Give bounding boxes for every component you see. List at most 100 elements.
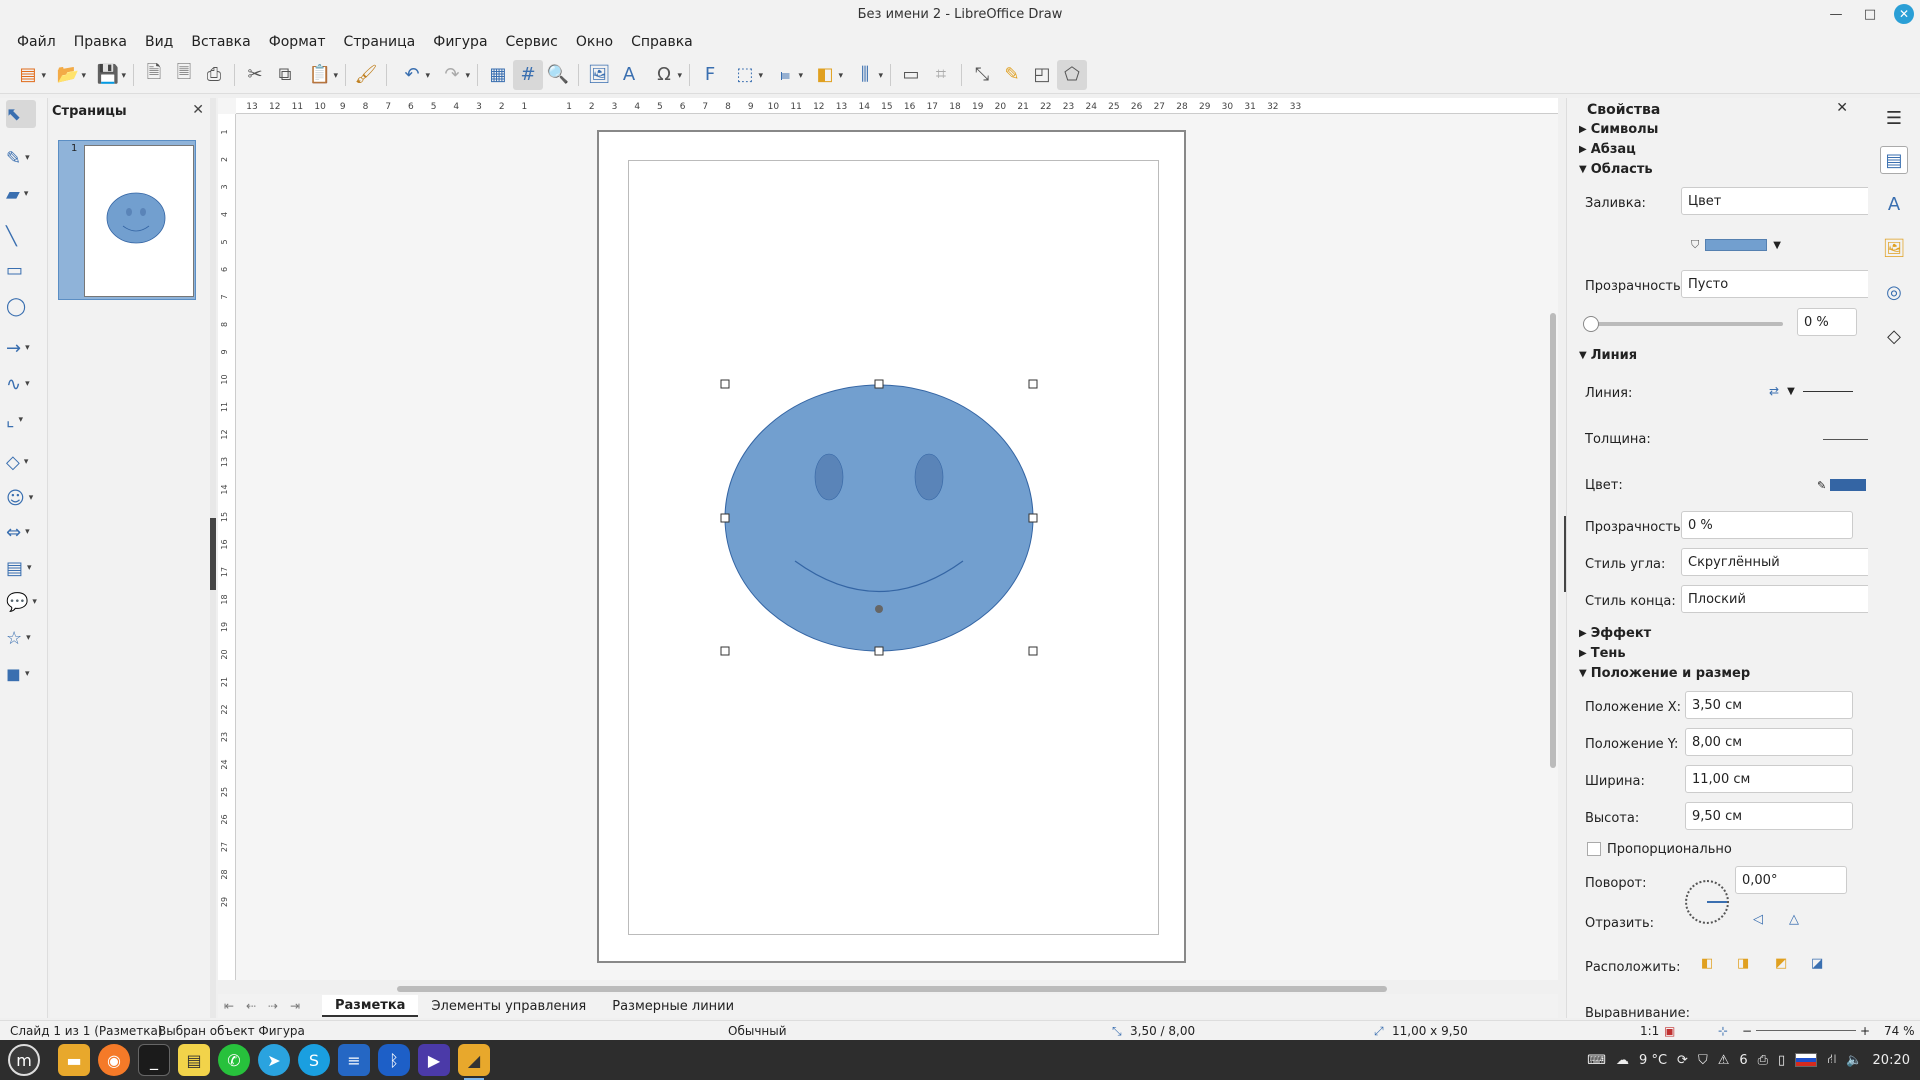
menu-page[interactable]: Страница — [335, 34, 425, 50]
pos-y-field[interactable]: 8,00 см — [1685, 728, 1853, 756]
open-folder-icon[interactable]: 📂 — [48, 60, 88, 90]
points-icon[interactable]: ⤡ — [967, 60, 997, 90]
keyboard-layout-flag-icon[interactable] — [1795, 1053, 1818, 1067]
section-symbols[interactable]: ▶ Символы — [1579, 122, 1658, 137]
zoom-in-icon[interactable]: + — [1860, 1024, 1870, 1038]
menu-view[interactable]: Вид — [136, 34, 182, 50]
select-tool-icon[interactable]: ⬉ — [6, 100, 36, 128]
stars-icon[interactable]: ☆ ▾ — [6, 624, 44, 652]
copy-icon[interactable]: ⧉ — [270, 60, 300, 90]
network-icon[interactable]: ⛙ — [1827, 1052, 1836, 1069]
line-color-icon[interactable]: ✎ ▾ — [6, 144, 44, 172]
close-sidebar-icon[interactable]: ✕ — [1836, 100, 1848, 116]
volume-icon[interactable]: 🔈 — [1846, 1053, 1862, 1068]
callouts-icon[interactable]: 💬 ▾ — [6, 588, 44, 616]
menu-shape[interactable]: Фигура — [424, 34, 496, 50]
maximize-button[interactable]: □ — [1860, 4, 1880, 24]
connector-tool-icon[interactable]: ⌞ ▾ — [6, 406, 44, 434]
printer-icon[interactable]: ⎙ — [1758, 1053, 1768, 1068]
new-document-icon[interactable]: ▤ — [8, 60, 48, 90]
storage-icon[interactable]: ▯ — [1778, 1053, 1785, 1068]
symbol-shapes-icon[interactable]: ☺ ▾ — [6, 484, 44, 512]
section-effect[interactable]: ▶ Эффект — [1579, 626, 1651, 641]
horizontal-scrollbar[interactable] — [397, 986, 1387, 992]
prev-tab-icon[interactable]: ⇠ — [240, 999, 262, 1013]
bluetooth-icon[interactable]: ᛒ — [378, 1044, 410, 1076]
flip-vertical-icon[interactable]: ◁ — [1753, 912, 1763, 927]
helplines-icon[interactable]: # — [513, 59, 543, 90]
fill-color-picker[interactable]: ⛉ ▼ — [1691, 236, 1791, 254]
libreoffice-draw-task-icon[interactable]: ◢ — [458, 1044, 490, 1080]
file-manager-icon[interactable]: ▬ — [58, 1044, 90, 1076]
menu-insert[interactable]: Вставка — [182, 34, 259, 50]
3d-objects-icon[interactable]: ◼ ▾ — [6, 660, 44, 688]
flip-horizontal-icon[interactable]: △ — [1789, 912, 1799, 927]
drawing-page[interactable] — [597, 130, 1186, 963]
paste-icon[interactable]: 📋 — [300, 60, 340, 90]
writer-icon[interactable]: ≡ — [338, 1044, 370, 1076]
menu-tools[interactable]: Сервис — [497, 34, 567, 50]
next-tab-icon[interactable]: ⇢ — [262, 999, 284, 1013]
menu-edit[interactable]: Правка — [65, 34, 136, 50]
pane-splitter[interactable] — [210, 98, 216, 1018]
shapes-deck-icon[interactable]: ◇ — [1880, 322, 1908, 350]
transformations-icon[interactable]: ⬚ — [725, 60, 765, 90]
line-transparency-field[interactable]: 0 % — [1681, 511, 1853, 539]
page-thumbnail[interactable]: 1 — [58, 140, 196, 300]
glue-points-icon[interactable]: ✎ — [997, 60, 1027, 90]
special-char-icon[interactable]: Ω — [644, 60, 684, 90]
notifications-icon[interactable]: ⚠ — [1718, 1053, 1730, 1068]
weather-temp[interactable]: 9 °C — [1639, 1053, 1667, 1068]
rotation-field[interactable]: 0,00° — [1735, 866, 1847, 894]
arrange-icon[interactable]: ◧ — [805, 60, 845, 90]
properties-deck-icon[interactable]: ▤ — [1880, 146, 1908, 174]
navigator-deck-icon[interactable]: ◎ — [1880, 278, 1908, 306]
arrow-line-icon[interactable]: → ▾ — [6, 334, 44, 362]
line-tool-icon[interactable]: ╲ — [6, 222, 44, 250]
distribute-icon[interactable]: ⫼ — [845, 60, 885, 90]
menu-format[interactable]: Формат — [260, 34, 335, 50]
shadow-icon[interactable]: ▭ — [896, 60, 926, 90]
zoom-icon[interactable]: 🔍 — [543, 60, 573, 90]
skype-icon[interactable]: S — [298, 1044, 330, 1076]
minimize-button[interactable]: — — [1826, 4, 1846, 24]
print-icon[interactable]: ⎙ — [199, 60, 229, 90]
last-tab-icon[interactable]: ⇥ — [284, 999, 306, 1013]
ellipse-tool-icon[interactable]: ◯ — [6, 292, 44, 320]
fill-type-select[interactable]: Цвет — [1681, 187, 1868, 215]
first-tab-icon[interactable]: ⇤ — [218, 999, 240, 1013]
line-width-preview[interactable] — [1823, 439, 1868, 440]
zoom-out-icon[interactable]: − — [1742, 1024, 1752, 1038]
section-paragraph[interactable]: ▶ Абзац — [1579, 142, 1636, 157]
fill-color-icon[interactable]: ▰ ▾ — [6, 180, 44, 208]
height-field[interactable]: 9,50 см — [1685, 802, 1853, 830]
gallery-deck-icon[interactable]: 🖼 — [1880, 234, 1908, 262]
redo-icon[interactable]: ↷ — [432, 60, 472, 90]
save-icon[interactable]: 💾 — [88, 60, 128, 90]
cap-style-select[interactable]: Плоский — [1681, 585, 1868, 613]
insert-textbox-icon[interactable]: A — [614, 60, 644, 90]
clone-formatting-icon[interactable]: 🖌 — [351, 60, 381, 90]
grid-icon[interactable]: ▦ — [483, 60, 513, 90]
width-field[interactable]: 11,00 см — [1685, 765, 1853, 793]
menu-window[interactable]: Окно — [567, 34, 622, 50]
align-objects-icon[interactable]: ⫢ — [765, 60, 805, 90]
proportional-checkbox[interactable] — [1587, 842, 1601, 856]
area-transparency-select[interactable]: Пусто — [1681, 270, 1868, 298]
close-window-button[interactable]: ✕ — [1894, 4, 1914, 24]
insert-image-icon[interactable]: 🖼 — [584, 60, 614, 90]
section-area[interactable]: ▼ Область — [1579, 162, 1653, 177]
curve-tool-icon[interactable]: ∿ ▾ — [6, 370, 44, 398]
bring-to-front-icon[interactable]: ◧ — [1701, 956, 1713, 971]
menu-icon[interactable]: ☰ — [1880, 104, 1908, 132]
rotation-dial[interactable] — [1685, 880, 1729, 924]
zoom-level[interactable]: 74 % — [1884, 1024, 1915, 1038]
flowchart-icon[interactable]: ▤ ▾ — [6, 554, 44, 582]
selected-shape[interactable] — [599, 132, 1184, 961]
shield-icon[interactable]: ⛉ — [1698, 1053, 1708, 1068]
send-backward-icon[interactable]: ◩ — [1775, 956, 1787, 971]
transparency-slider[interactable] — [1583, 316, 1783, 332]
zoom-slider[interactable] — [1756, 1030, 1856, 1031]
menu-file[interactable]: Файл — [8, 34, 65, 50]
drawing-canvas[interactable]: 13 12 11 10 9 8 7 6 5 4 3 2 1 1 2 3 4 5 6 7 8 9 10 11 12 13 14 15 16… — [218, 98, 1558, 980]
